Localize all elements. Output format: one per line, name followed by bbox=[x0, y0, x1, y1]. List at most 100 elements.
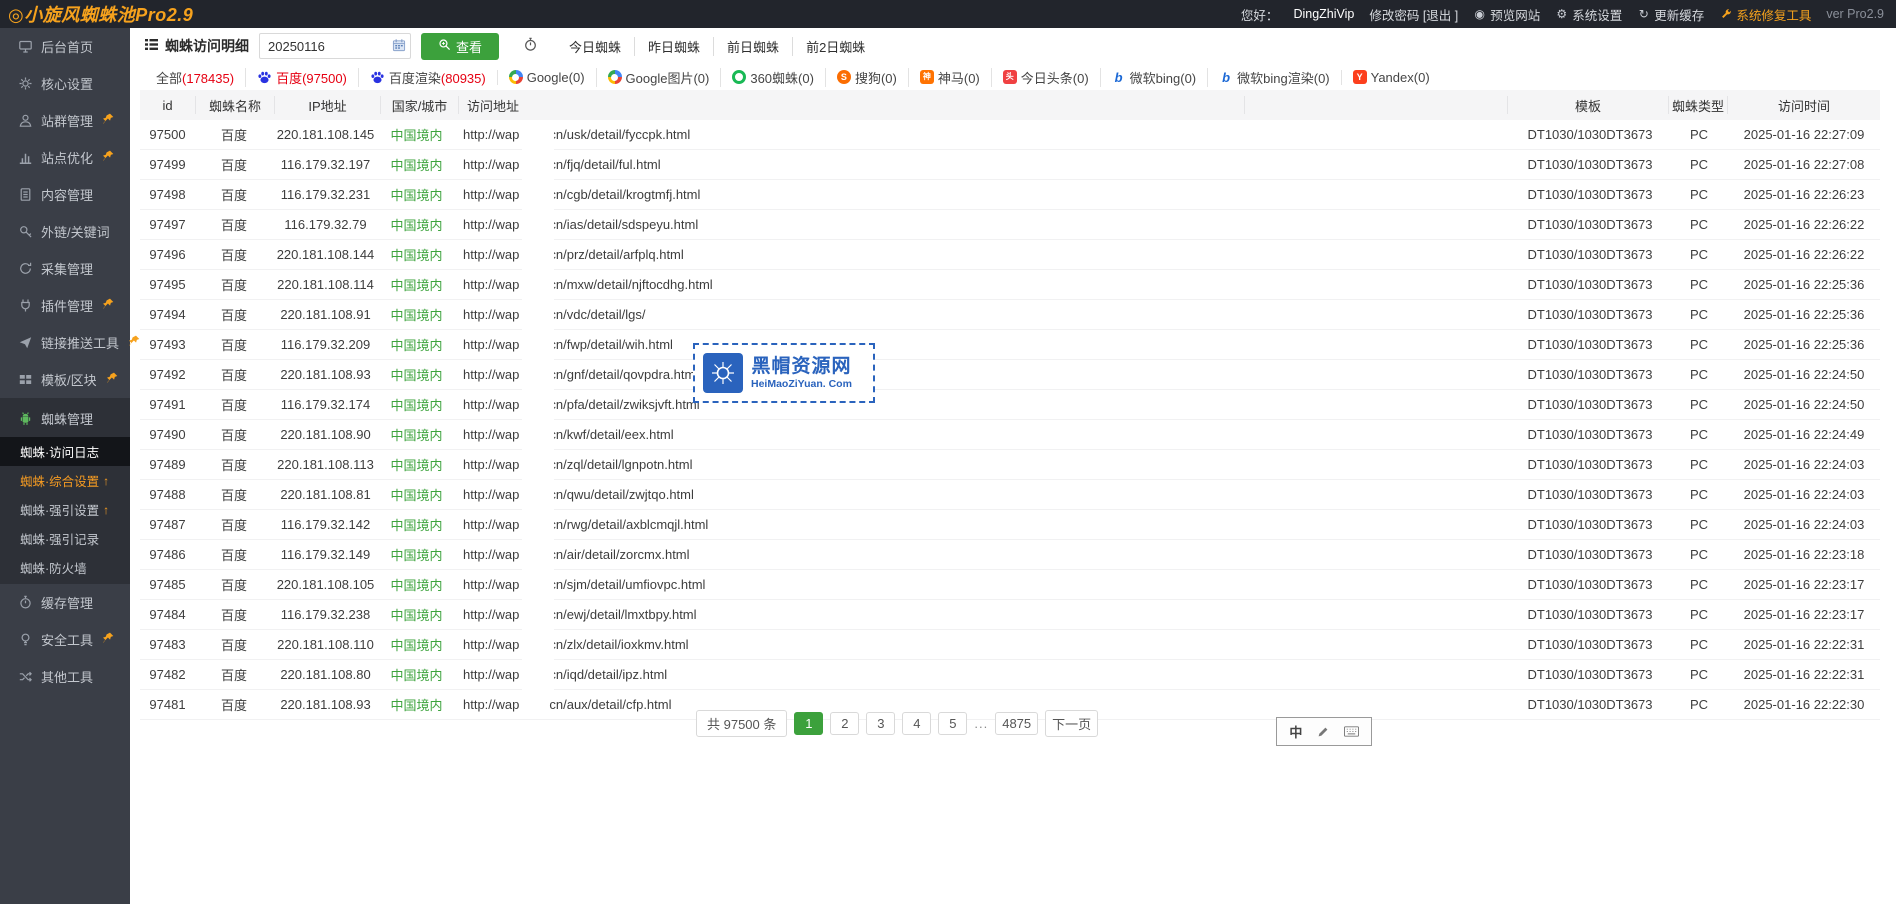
cell-url: http://wapcn/prz/detail/arfplq.html bbox=[455, 247, 1248, 262]
calendar-icon[interactable] bbox=[392, 38, 406, 55]
preview-site-link[interactable]: ◉ 预览网站 bbox=[1473, 5, 1540, 24]
cell-url: http://wapcn/vdc/detail/lgs/ bbox=[455, 307, 1248, 322]
cell-ip: 116.179.32.142 bbox=[273, 517, 378, 532]
sidebar-item-13[interactable]: 蜘蛛·强引设置↑ bbox=[0, 495, 130, 524]
filter-label: 搜狗(0) bbox=[855, 68, 897, 87]
cell-region: 中国境内 bbox=[378, 185, 455, 204]
page-button-5[interactable]: 5 bbox=[938, 712, 967, 735]
tab-昨日蜘蛛[interactable]: 昨日蜘蛛 bbox=[634, 37, 713, 56]
page-title: 蜘蛛访问明细 bbox=[144, 36, 249, 56]
cell-visit-time: 2025-01-16 22:26:22 bbox=[1728, 217, 1880, 232]
sidebar-item-2[interactable]: 站群管理 bbox=[0, 102, 130, 139]
sidebar-item-label: 插件管理 bbox=[41, 296, 93, 315]
total-count: 共 97500 条 bbox=[696, 710, 787, 737]
cell-region: 中国境内 bbox=[378, 335, 455, 354]
date-input[interactable] bbox=[259, 33, 411, 59]
cell-template: DT1030/1030DT3673 bbox=[1510, 577, 1670, 592]
pagination: 共 97500 条12345...4875下一页 bbox=[696, 710, 1098, 737]
filter-Yandex[interactable]: YYandex(0) bbox=[1341, 70, 1441, 85]
cell-ip: 220.181.108.90 bbox=[273, 427, 378, 442]
view-button[interactable]: 查看 bbox=[421, 33, 499, 60]
cell-visit-time: 2025-01-16 22:23:17 bbox=[1728, 577, 1880, 592]
tab-前2日蜘蛛[interactable]: 前2日蜘蛛 bbox=[792, 37, 878, 56]
filter-神马[interactable]: 神神马(0) bbox=[908, 68, 991, 87]
system-settings-link[interactable]: ⚙ 系统设置 bbox=[1555, 5, 1622, 24]
tab-前日蜘蛛[interactable]: 前日蜘蛛 bbox=[713, 37, 792, 56]
page-button-4875[interactable]: 4875 bbox=[995, 712, 1038, 735]
sidebar-item-label: 站群管理 bbox=[41, 111, 93, 130]
sidebar-item-7[interactable]: 插件管理 bbox=[0, 287, 130, 324]
table-row: 97483百度220.181.108.110中国境内http://wapcn/z… bbox=[140, 630, 1880, 660]
sidebar-item-8[interactable]: 链接推送工具 bbox=[0, 324, 130, 361]
ime-pen-icon[interactable] bbox=[1317, 726, 1329, 738]
table-row: 97494百度220.181.108.91中国境内http://wapcn/vd… bbox=[140, 300, 1880, 330]
cell-region: 中国境内 bbox=[378, 425, 455, 444]
sidebar-item-6[interactable]: 采集管理 bbox=[0, 250, 130, 287]
sidebar-item-16[interactable]: 缓存管理 bbox=[0, 584, 130, 621]
gear-icon: ⚙ bbox=[1555, 8, 1568, 21]
cell-visit-time: 2025-01-16 22:24:03 bbox=[1728, 517, 1880, 532]
google-icon bbox=[608, 70, 622, 84]
sidebar-item-9[interactable]: 模板/区块 bbox=[0, 361, 130, 398]
cell-id: 97495 bbox=[140, 277, 195, 292]
cell-ip: 220.181.108.80 bbox=[273, 667, 378, 682]
shuffle-icon bbox=[17, 669, 33, 684]
filter-百度渲染[interactable]: 百度渲染(80935) bbox=[358, 68, 497, 87]
wrench-icon bbox=[1719, 8, 1732, 21]
ime-lang-indicator[interactable]: 中 bbox=[1289, 722, 1302, 741]
sidebar-item-10[interactable]: 蜘蛛管理 bbox=[0, 400, 130, 437]
cell-region: 中国境内 bbox=[378, 275, 455, 294]
username[interactable]: DingZhiVip bbox=[1293, 7, 1354, 21]
cell-ip: 116.179.32.197 bbox=[273, 157, 378, 172]
page-button-2[interactable]: 2 bbox=[830, 712, 859, 735]
page-button-4[interactable]: 4 bbox=[902, 712, 931, 735]
cell-id: 97497 bbox=[140, 217, 195, 232]
repair-tool-link[interactable]: 系统修复工具 bbox=[1719, 5, 1811, 24]
cell-ip: 220.181.108.81 bbox=[273, 487, 378, 502]
sidebar-item-18[interactable]: 其他工具 bbox=[0, 658, 130, 695]
pin-icon bbox=[105, 372, 118, 387]
filter-360蜘蛛[interactable]: 360蜘蛛(0) bbox=[720, 68, 825, 87]
cell-ip: 116.179.32.209 bbox=[273, 337, 378, 352]
next-page-button[interactable]: 下一页 bbox=[1045, 710, 1098, 737]
filter-搜狗[interactable]: S搜狗(0) bbox=[825, 68, 908, 87]
cell-spider-name: 百度 bbox=[195, 575, 273, 594]
filter-Google图片[interactable]: Google图片(0) bbox=[596, 68, 721, 87]
cell-spider-type: PC bbox=[1670, 637, 1728, 652]
filter-全部[interactable]: 全部(178435) bbox=[145, 68, 245, 87]
sidebar-item-0[interactable]: 后台首页 bbox=[0, 28, 130, 65]
cell-url: http://wapcn/zlx/detail/ioxkmv.html bbox=[455, 637, 1248, 652]
ime-keyboard-icon[interactable] bbox=[1344, 726, 1359, 737]
page-button-1[interactable]: 1 bbox=[794, 712, 823, 735]
cell-spider-type: PC bbox=[1670, 457, 1728, 472]
cell-spider-type: PC bbox=[1670, 337, 1728, 352]
cell-template: DT1030/1030DT3673 bbox=[1510, 127, 1670, 142]
sidebar-item-5[interactable]: 外链/关键词 bbox=[0, 213, 130, 250]
cell-url: http://wapcn/kwf/detail/eex.html bbox=[455, 427, 1248, 442]
change-password-link[interactable]: 修改密码 [退出 ] bbox=[1369, 5, 1458, 24]
cache-icon bbox=[17, 595, 33, 610]
filter-微软bing渲染[interactable]: b微软bing渲染(0) bbox=[1207, 68, 1340, 87]
watermark-text: 黑帽资源网 HeiMaoZiYuan. Com bbox=[751, 356, 852, 390]
ime-toolbar[interactable]: 中 bbox=[1276, 717, 1372, 746]
sidebar-item-3[interactable]: 站点优化 bbox=[0, 139, 130, 176]
sidebar-item-12[interactable]: 蜘蛛·综合设置↑ bbox=[0, 466, 130, 495]
sidebar-item-1[interactable]: 核心设置 bbox=[0, 65, 130, 102]
sidebar-item-14[interactable]: 蜘蛛·强引记录 bbox=[0, 524, 130, 553]
table-row: 97500百度220.181.108.145中国境内http://wapcn/u… bbox=[140, 120, 1880, 150]
sidebar-item-17[interactable]: 安全工具 bbox=[0, 621, 130, 658]
cell-spider-type: PC bbox=[1670, 397, 1728, 412]
sidebar-item-4[interactable]: 内容管理 bbox=[0, 176, 130, 213]
cell-spider-type: PC bbox=[1670, 247, 1728, 262]
sidebar-item-11[interactable]: 蜘蛛·访问日志 bbox=[0, 437, 130, 466]
cell-ip: 220.181.108.110 bbox=[273, 637, 378, 652]
page-button-3[interactable]: 3 bbox=[866, 712, 895, 735]
cell-spider-type: PC bbox=[1670, 697, 1728, 712]
filter-微软bing[interactable]: b微软bing(0) bbox=[1100, 68, 1207, 87]
update-cache-link[interactable]: ↻ 更新缓存 bbox=[1637, 5, 1704, 24]
sidebar-item-15[interactable]: 蜘蛛·防火墙 bbox=[0, 553, 130, 582]
filter-Google[interactable]: Google(0) bbox=[497, 70, 596, 85]
filter-今日头条[interactable]: 头今日头条(0) bbox=[991, 68, 1100, 87]
tab-今日蜘蛛[interactable]: 今日蜘蛛 bbox=[556, 37, 634, 56]
filter-百度[interactable]: 百度(97500) bbox=[245, 68, 358, 87]
